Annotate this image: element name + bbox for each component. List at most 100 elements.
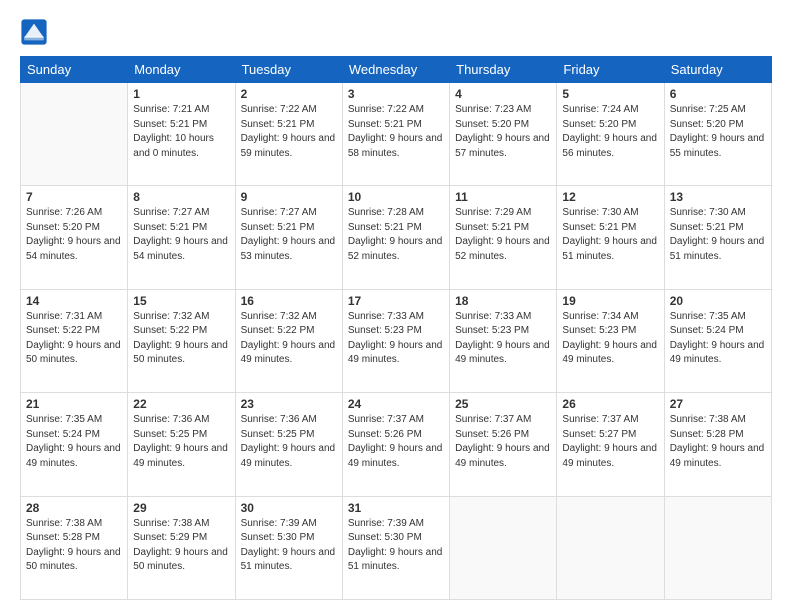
day-info: Sunrise: 7:23 AM Sunset: 5:20 PM Dayligh… [455, 103, 551, 161]
day-info: Sunrise: 7:37 AM Sunset: 5:27 PM Dayligh… [562, 413, 658, 471]
day-info: Sunrise: 7:27 AM Sunset: 5:21 PM Dayligh… [133, 206, 229, 264]
day-number: 1 [133, 87, 229, 101]
day-number: 4 [455, 87, 551, 101]
day-number: 9 [241, 190, 337, 204]
col-header-saturday: Saturday [664, 57, 771, 83]
day-number: 13 [670, 190, 766, 204]
day-info: Sunrise: 7:37 AM Sunset: 5:26 PM Dayligh… [455, 413, 551, 471]
calendar-cell: 3 Sunrise: 7:22 AM Sunset: 5:21 PM Daylig… [342, 83, 449, 186]
day-info: Sunrise: 7:35 AM Sunset: 5:24 PM Dayligh… [670, 310, 766, 368]
calendar-cell: 18Sunrise: 7:33 AM Sunset: 5:23 PM Dayli… [450, 289, 557, 392]
day-number: 14 [26, 294, 122, 308]
day-info: Sunrise: 7:38 AM Sunset: 5:28 PM Dayligh… [670, 413, 766, 471]
calendar-cell: 11 Sunrise: 7:29 AM Sunset: 5:21 PM Dayli… [450, 186, 557, 289]
calendar-week-0: 1Sunrise: 7:21 AM Sunset: 5:21 PM Daylig… [21, 83, 772, 186]
day-number: 22 [133, 397, 229, 411]
calendar-cell: 10Sunrise: 7:28 AM Sunset: 5:21 PM Dayli… [342, 186, 449, 289]
day-info: Sunrise: 7:25 AM Sunset: 5:20 PM Dayligh… [670, 103, 766, 161]
calendar-table: SundayMondayTuesdayWednesdayThursdayFrid… [20, 56, 772, 600]
calendar-cell: 28 Sunrise: 7:38 AM Sunset: 5:28 PM Dayli… [21, 496, 128, 599]
day-info: Sunrise: 7:32 AM Sunset: 5:22 PM Dayligh… [133, 310, 229, 368]
day-info: Sunrise: 7:39 AM Sunset: 5:30 PM Dayligh… [348, 517, 444, 575]
calendar-cell: 19Sunrise: 7:34 AM Sunset: 5:23 PM Dayli… [557, 289, 664, 392]
day-info: Sunrise: 7:26 AM Sunset: 5:20 PM Dayligh… [26, 206, 122, 264]
calendar-cell: 21 Sunrise: 7:35 AM Sunset: 5:24 PM Dayli… [21, 393, 128, 496]
day-number: 15 [133, 294, 229, 308]
day-info: Sunrise: 7:36 AM Sunset: 5:25 PM Dayligh… [133, 413, 229, 471]
day-info: Sunrise: 7:22 AM Sunset: 5:21 PM Dayligh… [241, 103, 337, 161]
calendar-week-2: 14Sunrise: 7:31 AM Sunset: 5:22 PM Dayli… [21, 289, 772, 392]
day-info: Sunrise: 7:30 AM Sunset: 5:21 PM Dayligh… [562, 206, 658, 264]
col-header-friday: Friday [557, 57, 664, 83]
calendar-cell: 8 Sunrise: 7:27 AM Sunset: 5:21 PM Daylig… [128, 186, 235, 289]
calendar-cell: 31 Sunrise: 7:39 AM Sunset: 5:30 PM Dayli… [342, 496, 449, 599]
day-number: 17 [348, 294, 444, 308]
day-info: Sunrise: 7:29 AM Sunset: 5:21 PM Dayligh… [455, 206, 551, 264]
calendar-cell: 7 Sunrise: 7:26 AM Sunset: 5:20 PM Daylig… [21, 186, 128, 289]
logo-icon [20, 18, 48, 46]
calendar-cell: 29 Sunrise: 7:38 AM Sunset: 5:29 PM Dayli… [128, 496, 235, 599]
day-number: 29 [133, 501, 229, 515]
calendar-cell: 9Sunrise: 7:27 AM Sunset: 5:21 PM Daylig… [235, 186, 342, 289]
day-info: Sunrise: 7:24 AM Sunset: 5:20 PM Dayligh… [562, 103, 658, 161]
page: SundayMondayTuesdayWednesdayThursdayFrid… [0, 0, 792, 612]
calendar-cell: 17 Sunrise: 7:33 AM Sunset: 5:23 PM Dayli… [342, 289, 449, 392]
calendar-cell: 6 Sunrise: 7:25 AM Sunset: 5:20 PM Daylig… [664, 83, 771, 186]
col-header-wednesday: Wednesday [342, 57, 449, 83]
calendar-cell [450, 496, 557, 599]
day-number: 6 [670, 87, 766, 101]
calendar-cell: 26 Sunrise: 7:37 AM Sunset: 5:27 PM Dayli… [557, 393, 664, 496]
calendar-cell: 30 Sunrise: 7:39 AM Sunset: 5:30 PM Dayli… [235, 496, 342, 599]
calendar-cell: 14Sunrise: 7:31 AM Sunset: 5:22 PM Dayli… [21, 289, 128, 392]
day-info: Sunrise: 7:36 AM Sunset: 5:25 PM Dayligh… [241, 413, 337, 471]
day-info: Sunrise: 7:35 AM Sunset: 5:24 PM Dayligh… [26, 413, 122, 471]
calendar-cell [664, 496, 771, 599]
day-number: 30 [241, 501, 337, 515]
calendar-week-1: 7 Sunrise: 7:26 AM Sunset: 5:20 PM Daylig… [21, 186, 772, 289]
day-info: Sunrise: 7:39 AM Sunset: 5:30 PM Dayligh… [241, 517, 337, 575]
day-info: Sunrise: 7:34 AM Sunset: 5:23 PM Dayligh… [562, 310, 658, 368]
day-number: 10 [348, 190, 444, 204]
day-info: Sunrise: 7:38 AM Sunset: 5:28 PM Dayligh… [26, 517, 122, 575]
day-info: Sunrise: 7:37 AM Sunset: 5:26 PM Dayligh… [348, 413, 444, 471]
calendar-cell [557, 496, 664, 599]
day-number: 8 [133, 190, 229, 204]
day-number: 2 [241, 87, 337, 101]
day-info: Sunrise: 7:38 AM Sunset: 5:29 PM Dayligh… [133, 517, 229, 575]
day-number: 23 [241, 397, 337, 411]
day-number: 28 [26, 501, 122, 515]
day-number: 21 [26, 397, 122, 411]
day-number: 25 [455, 397, 551, 411]
day-number: 31 [348, 501, 444, 515]
col-header-sunday: Sunday [21, 57, 128, 83]
day-number: 24 [348, 397, 444, 411]
day-number: 12 [562, 190, 658, 204]
day-number: 20 [670, 294, 766, 308]
day-number: 7 [26, 190, 122, 204]
calendar-cell: 24 Sunrise: 7:37 AM Sunset: 5:26 PM Dayli… [342, 393, 449, 496]
calendar-cell: 12 Sunrise: 7:30 AM Sunset: 5:21 PM Dayli… [557, 186, 664, 289]
day-info: Sunrise: 7:30 AM Sunset: 5:21 PM Dayligh… [670, 206, 766, 264]
calendar-cell: 5Sunrise: 7:24 AM Sunset: 5:20 PM Daylig… [557, 83, 664, 186]
calendar-cell: 16Sunrise: 7:32 AM Sunset: 5:22 PM Dayli… [235, 289, 342, 392]
day-info: Sunrise: 7:33 AM Sunset: 5:23 PM Dayligh… [348, 310, 444, 368]
day-info: Sunrise: 7:22 AM Sunset: 5:21 PM Dayligh… [348, 103, 444, 161]
calendar-week-3: 21 Sunrise: 7:35 AM Sunset: 5:24 PM Dayli… [21, 393, 772, 496]
calendar-cell [21, 83, 128, 186]
col-header-monday: Monday [128, 57, 235, 83]
day-number: 26 [562, 397, 658, 411]
day-number: 27 [670, 397, 766, 411]
day-info: Sunrise: 7:32 AM Sunset: 5:22 PM Dayligh… [241, 310, 337, 368]
day-number: 18 [455, 294, 551, 308]
calendar-cell: 2 Sunrise: 7:22 AM Sunset: 5:21 PM Daylig… [235, 83, 342, 186]
calendar-cell: 23 Sunrise: 7:36 AM Sunset: 5:25 PM Dayli… [235, 393, 342, 496]
day-number: 3 [348, 87, 444, 101]
calendar-cell: 15 Sunrise: 7:32 AM Sunset: 5:22 PM Dayli… [128, 289, 235, 392]
calendar-cell: 22 Sunrise: 7:36 AM Sunset: 5:25 PM Dayli… [128, 393, 235, 496]
calendar-cell: 1Sunrise: 7:21 AM Sunset: 5:21 PM Daylig… [128, 83, 235, 186]
calendar-cell: 4 Sunrise: 7:23 AM Sunset: 5:20 PM Daylig… [450, 83, 557, 186]
calendar-week-4: 28 Sunrise: 7:38 AM Sunset: 5:28 PM Dayli… [21, 496, 772, 599]
day-number: 11 [455, 190, 551, 204]
col-header-thursday: Thursday [450, 57, 557, 83]
calendar-header-row: SundayMondayTuesdayWednesdayThursdayFrid… [21, 57, 772, 83]
